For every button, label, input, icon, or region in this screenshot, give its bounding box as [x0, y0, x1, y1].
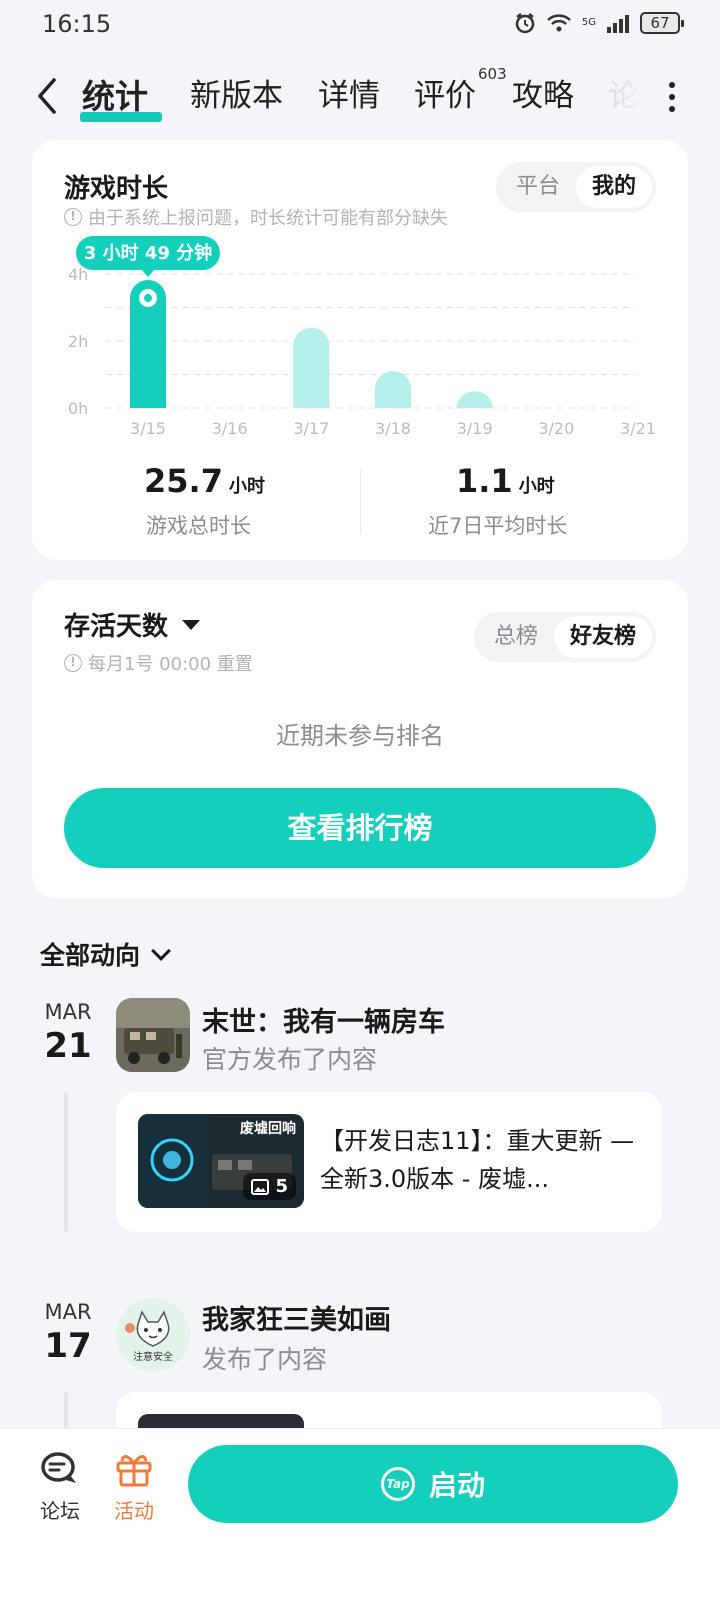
feed-item-subtitle: 发布了内容 — [202, 1345, 328, 1374]
toggle-overall[interactable]: 总榜 — [478, 616, 554, 658]
chart-tooltip: 3 小时 49 分钟 — [76, 236, 220, 278]
selected-point-dot — [144, 294, 152, 303]
activity-button[interactable]: 活动 — [102, 1451, 166, 1524]
caret-down-icon — [182, 619, 201, 630]
avg-playtime-label: 近7日平均时长 — [428, 514, 568, 538]
feed-item-title[interactable]: 我家狂三美如画 — [202, 1298, 391, 1337]
status-bar: 16:15 5G 67 — [0, 0, 720, 48]
x-tick-label: 3/15 — [130, 419, 166, 438]
chart-bar[interactable] — [375, 371, 411, 408]
launch-label: 启动 — [428, 1469, 485, 1502]
feed-item-day: 17 — [44, 1326, 92, 1366]
feed-item-title[interactable]: 末世：我有一辆房车 — [202, 1000, 445, 1039]
battery-indicator: 67 — [640, 12, 684, 34]
avatar-caption: 注意安全 — [133, 1352, 173, 1363]
x-tick-label: 3/16 — [212, 419, 248, 438]
survival-title: 存活天数 — [64, 612, 169, 642]
status-icons: 5G 67 — [514, 12, 684, 34]
total-playtime-value: 25.7 — [144, 462, 223, 500]
ranking-empty-text: 近期未参与排名 — [276, 722, 444, 750]
post-text: 【开发日志11】：重大更新 — 全新3.0版本 - 废墟... — [320, 1127, 635, 1193]
y-tick-label: 0h — [68, 399, 88, 418]
post-thumbnail[interactable]: 废墟回响 5 — [138, 1114, 304, 1208]
x-tick-label: 3/19 — [457, 419, 493, 438]
more-vertical-icon[interactable] — [668, 82, 676, 112]
image-count: 5 — [275, 1176, 288, 1197]
alarm-icon — [515, 13, 535, 34]
feed-item-month: MAR — [44, 1300, 92, 1324]
gift-icon — [116, 1455, 152, 1487]
network-type: 5G — [581, 17, 596, 28]
forum-button[interactable]: 论坛 — [28, 1451, 92, 1524]
avg-playtime-value: 1.1 — [456, 462, 513, 500]
stats-divider — [360, 470, 361, 534]
top-nav: 统计 新版本 详情 评价 603 攻略 论 — [0, 60, 720, 132]
feed-item-subtitle: 官方发布了内容 — [202, 1045, 378, 1074]
avg-playtime: 1.1 小时 — [456, 462, 555, 500]
status-time: 16:15 — [42, 10, 112, 38]
forum-icon — [41, 1452, 76, 1483]
forum-label: 论坛 — [40, 1499, 80, 1523]
playtime-bar-chart: 0h2h4h3 小时 49 分钟3/15 3/16 3/17 3/18 3/19 3/20… — [68, 236, 656, 438]
activity-label: 活动 — [114, 1499, 154, 1523]
chart-bar[interactable] — [456, 391, 493, 408]
x-tick-label: 3/20 — [538, 419, 574, 438]
total-playtime-label: 游戏总时长 — [146, 514, 251, 538]
reviews-count-badge: 603 — [478, 65, 507, 83]
post-card[interactable]: 废墟回响 5 【开发日志11】：重大更新 — 全新3.0版本 - 废墟... — [116, 1092, 662, 1232]
survival-title-dropdown[interactable]: 存活天数 — [64, 606, 201, 643]
timeline-line — [64, 1392, 68, 1432]
launch-game-button[interactable]: Tap 启动 — [188, 1445, 678, 1523]
chevron-down-icon — [151, 941, 171, 961]
survival-card: 存活天数 ! 每月1号 00:00 重置 总榜 好友榜 近期未参与排名 查看排行… — [32, 580, 688, 898]
feed-header-label: 全部动向 — [40, 941, 141, 970]
view-leaderboard-button[interactable]: 查看排行榜 — [64, 788, 656, 868]
back-arrow-icon[interactable] — [30, 74, 66, 118]
tab-reviews[interactable]: 评价 — [414, 70, 476, 115]
x-tick-label: 3/21 — [620, 419, 656, 438]
bottom-action-bar: 论坛 活动 Tap 启动 — [0, 1428, 720, 1612]
image-count-badge: 5 — [243, 1173, 296, 1200]
tabs-fade-overlay — [600, 60, 670, 132]
feed-filter-dropdown[interactable]: 全部动向 — [40, 936, 171, 972]
user-avatar[interactable]: 注意安全 — [116, 1298, 190, 1372]
game-avatar[interactable] — [116, 998, 190, 1072]
tab-details[interactable]: 详情 — [318, 70, 380, 115]
total-playtime-unit: 小时 — [228, 476, 265, 497]
y-tick-label: 2h — [68, 332, 88, 351]
ranking-scope-toggle: 总榜 好友榜 — [473, 612, 656, 662]
total-playtime: 25.7 小时 — [144, 462, 265, 500]
taptap-logo-icon: Tap — [380, 1467, 415, 1501]
survival-hint: ! 每月1号 00:00 重置 — [64, 650, 253, 676]
wifi-icon — [547, 14, 571, 32]
chart-tooltip-text: 3 小时 49 分钟 — [84, 242, 212, 264]
tab-guides[interactable]: 攻略 — [512, 70, 574, 115]
signal-icon — [607, 15, 629, 33]
feed-item-month: MAR — [44, 1000, 92, 1024]
timeline-line — [64, 1092, 68, 1232]
playtime-card: 游戏时长 ! 由于系统上报问题，时长统计可能有部分缺失 平台 我的 0h 2h 4h… — [32, 140, 688, 560]
survival-hint-text: 每月1号 00:00 重置 — [88, 654, 253, 675]
image-icon — [251, 1178, 270, 1195]
tab-stats[interactable]: 统计 — [82, 70, 148, 118]
toggle-friends[interactable]: 好友榜 — [553, 616, 652, 658]
avg-playtime-unit: 小时 — [518, 476, 555, 497]
feed-item-day: 21 — [44, 1026, 92, 1066]
tab-new-version[interactable]: 新版本 — [190, 70, 283, 115]
thumb-caption: 废墟回响 — [240, 1121, 296, 1137]
x-tick-label: 3/17 — [293, 419, 329, 438]
info-icon: ! — [64, 654, 82, 672]
x-tick-label: 3/18 — [375, 419, 411, 438]
chart-bar[interactable] — [293, 327, 330, 408]
